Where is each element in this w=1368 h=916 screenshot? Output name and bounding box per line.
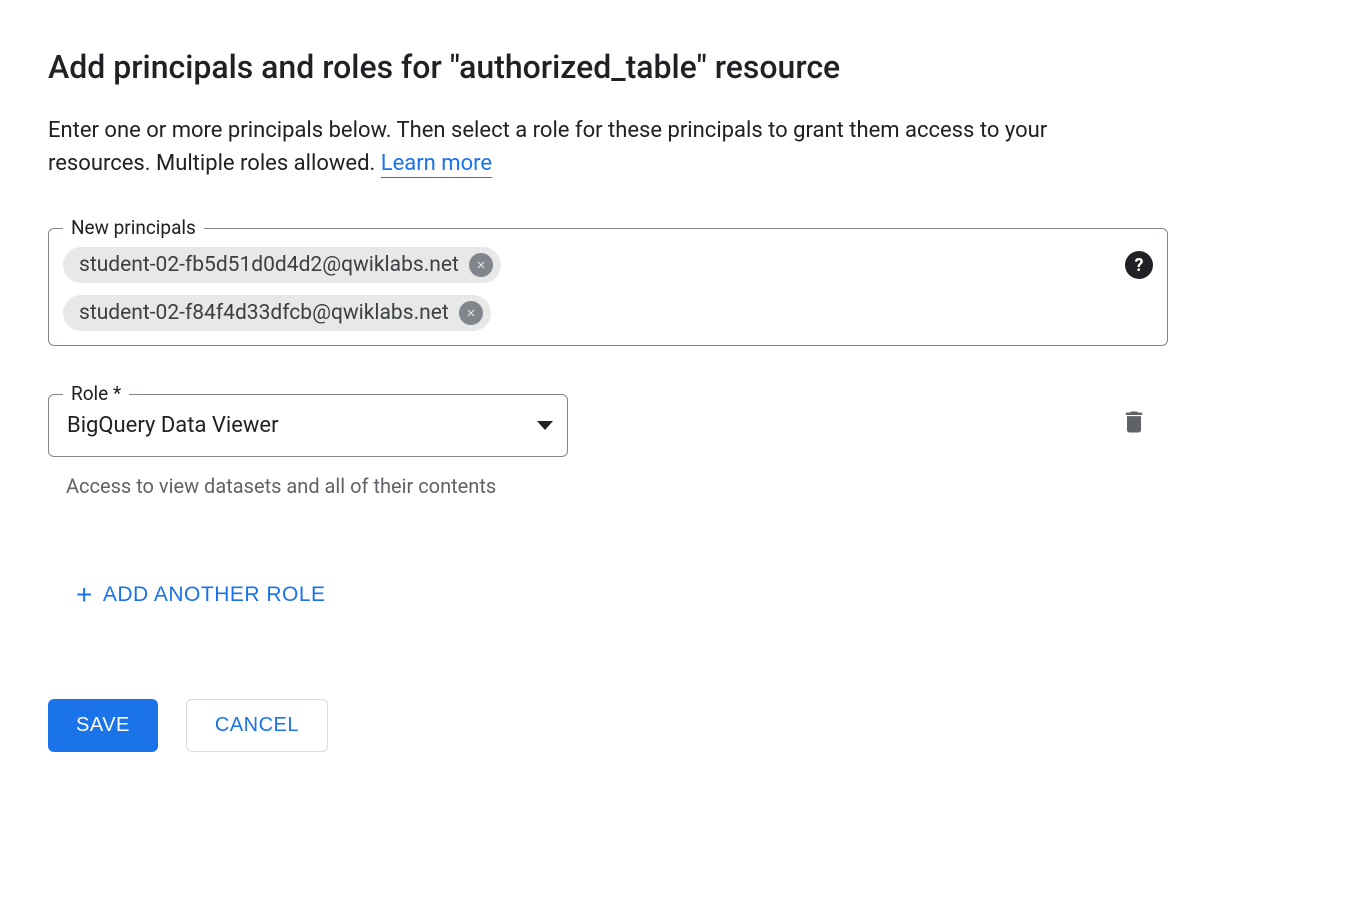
principals-field[interactable]: New principals student-02-fb5d51d0d4d2@q… [48,228,1168,346]
principal-chip-text: student-02-f84f4d33dfcb@qwiklabs.net [79,301,449,325]
principals-label: New principals [63,216,204,239]
description-text: Enter one or more principals below. Then… [48,118,1047,176]
principal-chip-text: student-02-fb5d51d0d4d2@qwiklabs.net [79,253,459,277]
save-button[interactable]: SAVE [48,699,158,752]
principal-chip: student-02-fb5d51d0d4d2@qwiklabs.net [63,247,501,283]
cancel-button[interactable]: CANCEL [186,699,328,752]
remove-principal-icon[interactable] [459,301,483,325]
plus-icon: + [76,581,93,609]
learn-more-link[interactable]: Learn more [381,151,492,178]
delete-role-button[interactable] [1120,394,1168,440]
remove-principal-icon[interactable] [469,253,493,277]
role-label: Role * [63,382,129,405]
help-icon[interactable]: ? [1125,251,1153,279]
principal-chip: student-02-f84f4d33dfcb@qwiklabs.net [63,295,491,331]
add-role-label: ADD ANOTHER ROLE [103,583,326,607]
action-buttons: SAVE CANCEL [48,699,1168,752]
add-another-role-button[interactable]: + ADD ANOTHER ROLE [76,581,326,609]
role-description: Access to view datasets and all of their… [66,471,546,501]
principals-chips: student-02-fb5d51d0d4d2@qwiklabs.net stu… [63,247,1113,331]
trash-icon [1120,408,1148,436]
role-select[interactable]: Role * BigQuery Data Viewer [48,394,568,457]
dropdown-caret-icon [537,421,553,430]
description: Enter one or more principals below. Then… [48,114,1148,180]
role-selected-value: BigQuery Data Viewer [67,413,279,438]
page-title: Add principals and roles for "authorized… [48,48,1168,86]
